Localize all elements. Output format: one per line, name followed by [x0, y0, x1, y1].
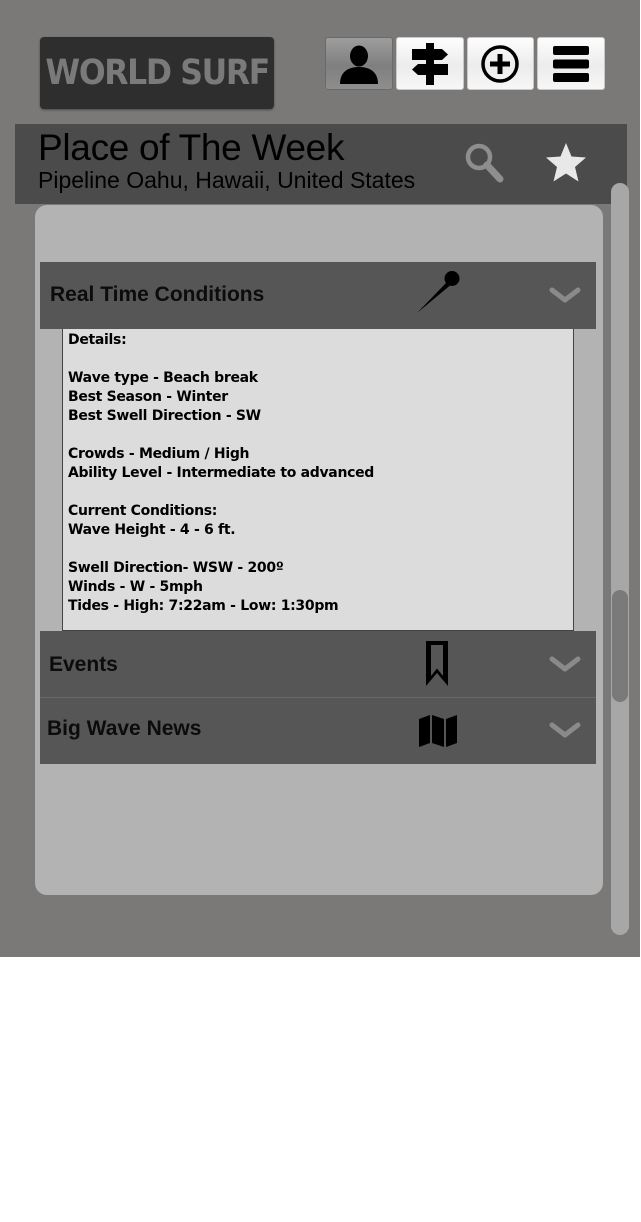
- section-label: Real Time Conditions: [50, 283, 265, 306]
- top-toolbar: [325, 37, 605, 92]
- detail-line: Wave type - Beach break: [68, 370, 258, 386]
- menu-button[interactable]: [537, 37, 605, 90]
- search-icon[interactable]: [462, 140, 510, 188]
- detail-line: Best Season - Winter: [68, 389, 228, 405]
- page-subtitle: Pipeline Oahu, Hawaii, United States: [38, 167, 416, 193]
- chevron-down-icon: [549, 656, 581, 672]
- detail-line: Wave Height - 4 - 6 ft.: [68, 522, 236, 538]
- detail-line: Winds - W - 5mph: [68, 579, 203, 595]
- app-logo: WORLD SURF: [40, 37, 274, 109]
- detail-line: Swell Direction- WSW - 200º: [68, 560, 284, 576]
- scrollbar-thumb[interactable]: [612, 590, 628, 702]
- pin-icon: [417, 271, 460, 313]
- map-icon: [419, 715, 457, 747]
- detail-line: [68, 540, 568, 559]
- section-big-wave-news[interactable]: Big Wave News: [40, 697, 596, 764]
- section-real-time-conditions[interactable]: Real Time Conditions: [40, 262, 596, 329]
- detail-line: Current Conditions:: [68, 503, 218, 519]
- page-title: Place of The Week: [38, 127, 345, 168]
- chevron-down-icon: [549, 722, 581, 738]
- detail-line: Ability Level - Intermediate to advanced: [68, 465, 375, 481]
- section-label: Big Wave News: [47, 717, 202, 740]
- add-button[interactable]: [466, 37, 535, 90]
- place-of-week-header: Place of The Week Pipeline Oahu, Hawaii,…: [15, 124, 627, 204]
- detail-line: [68, 350, 568, 369]
- directions-button[interactable]: [395, 37, 464, 90]
- plus-circle-icon: [481, 44, 520, 83]
- detail-line: Best Swell Direction - SW: [68, 408, 261, 424]
- detail-line: [68, 483, 568, 502]
- detail-line: [68, 426, 568, 445]
- section-label: Events: [49, 653, 118, 676]
- star-icon[interactable]: [542, 139, 590, 187]
- detail-line: Tides - High: 7:22am - Low: 1:30pm: [68, 598, 339, 614]
- bookmark-icon: [426, 641, 448, 686]
- menu-icon: [553, 45, 590, 82]
- signpost-icon: [411, 42, 448, 85]
- chevron-down-icon: [549, 287, 581, 303]
- conditions-details: Details: Wave type - Beach break Best Se…: [62, 329, 574, 631]
- detail-line: Crowds - Medium / High: [68, 446, 250, 462]
- scrollbar-track[interactable]: [611, 183, 629, 935]
- detail-line: Details:: [68, 332, 127, 348]
- profile-button[interactable]: [325, 37, 393, 90]
- logo-text: WORLD SURF: [45, 53, 270, 93]
- section-events[interactable]: Events: [40, 631, 596, 697]
- user-icon: [339, 45, 378, 84]
- app-screen: WORLD SURF Place of The Week Pipeline Oa…: [0, 0, 640, 957]
